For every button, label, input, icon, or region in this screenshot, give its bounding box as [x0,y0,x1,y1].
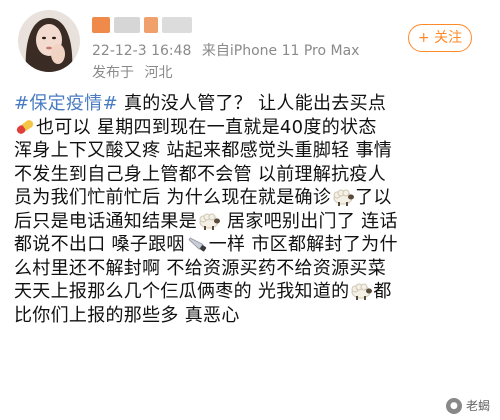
post-line: 都说不出口 嗓子跟咽 一样 市区都解封了为什 [14,233,486,257]
post-line: 天天上报那么几个仨瓜俩枣的 光我知道的 都 [14,280,486,304]
post-text: 天天上报那么几个仨瓜俩枣的 光我知道的 [14,281,350,302]
sheep-icon [350,282,373,300]
post-line: 比你们上报的那些多 真恶心 [14,304,486,328]
post-meta: 22-12-3 16:48 来自iPhone 11 Pro Max [92,40,365,60]
location-prefix: 发布于 [92,65,134,81]
post-line: 也可以 星期四到现在一直就是40度的状态 [14,116,486,140]
post-text: 么村里还不解封啊 不给资源买药不给资源买菜 [14,257,387,279]
post-line: 后只是电话通知结果是 居家吧别出门了 连话 [14,210,486,234]
knife-icon [186,235,208,253]
post-text: 一样 市区都解封了为什 [208,234,398,255]
post-line: 浑身上下又酸又疼 站起来都感觉头重脚轻 事情 [14,139,486,163]
follow-button[interactable]: + 关注 [408,24,472,52]
post-text: 了以 [355,187,392,208]
post-text: 也可以 星期四到现在一直就是40度的状态 [36,116,377,138]
post-text: 不发生到自己身上管都不会管 以前理解抗疫人 [14,163,387,185]
post-text: 比你们上报的那些多 真恶心 [14,304,240,326]
post-timestamp: 22-12-3 16:48 [92,43,192,59]
post-line: 员为我们忙前忙后 为什么现在就是确诊 了以 [14,186,486,210]
sheep-icon [198,212,220,230]
post-body: #保定疫情# 真的没人管了？ 让人能出去买点 也可以 星期四到现在一直就是40度… [14,92,486,327]
post-location: 发布于 河北 [92,62,178,82]
sheep-icon [332,188,355,206]
post-line: 不发生到自己身上管都不会管 以前理解抗疫人 [14,163,486,187]
pill-icon [15,118,35,136]
location-value: 河北 [144,65,173,81]
post-text: 员为我们忙前忙后 为什么现在就是确诊 [14,187,332,208]
post-source: 来自iPhone 11 Pro Max [201,43,360,59]
post-text: 真的没人管了？ 让人能出去买点 [117,93,387,114]
post-line: 么村里还不解封啊 不给资源买药不给资源买菜 [14,257,486,281]
post-text: 都 [373,281,392,302]
username-redacted[interactable] [92,14,212,36]
watermark: ● 老蝎 [445,397,490,414]
post-text: 后只是电话通知结果是 [14,210,197,232]
post-line: #保定疫情# 真的没人管了？ 让人能出去买点 [14,92,486,116]
post-text: 居家吧别出门了 连话 [221,210,398,232]
post-header: 22-12-3 16:48 来自iPhone 11 Pro Max 发布于 河北… [0,0,500,92]
avatar[interactable] [18,10,80,72]
post-text: 都说不出口 嗓子跟咽 [14,234,185,255]
hashtag-link[interactable]: #保定疫情# [14,93,118,114]
post-text: 浑身上下又酸又疼 站起来都感觉头重脚轻 事情 [14,140,393,161]
watermark-logo-icon: ● [445,397,462,414]
watermark-text: 老蝎 [465,399,490,413]
